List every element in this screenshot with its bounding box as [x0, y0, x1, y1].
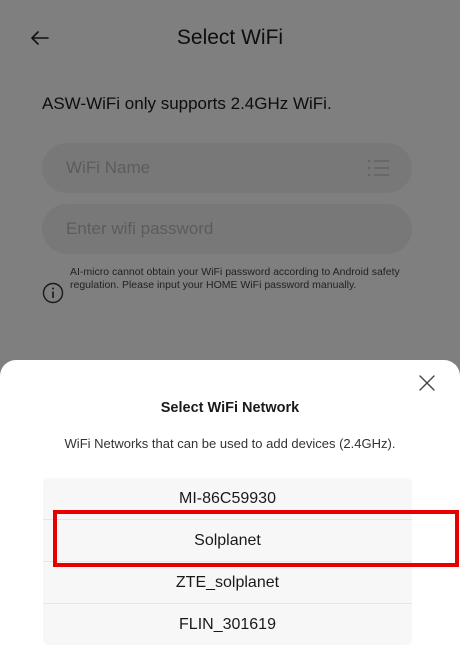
- network-list: MI-86C59930 Solplanet ZTE_solplanet FLIN…: [43, 478, 412, 645]
- network-item[interactable]: Solplanet: [43, 520, 412, 562]
- network-item[interactable]: FLIN_301619: [43, 604, 412, 645]
- close-icon: [419, 375, 435, 391]
- network-item[interactable]: MI-86C59930: [43, 478, 412, 520]
- sheet-title: Select WiFi Network: [160, 400, 300, 416]
- sheet-subtitle: WiFi Networks that can be used to add de…: [64, 436, 396, 451]
- network-item[interactable]: ZTE_solplanet: [43, 562, 412, 604]
- close-button[interactable]: [416, 372, 438, 394]
- wifi-network-sheet: Select WiFi Network WiFi Networks that c…: [0, 360, 460, 652]
